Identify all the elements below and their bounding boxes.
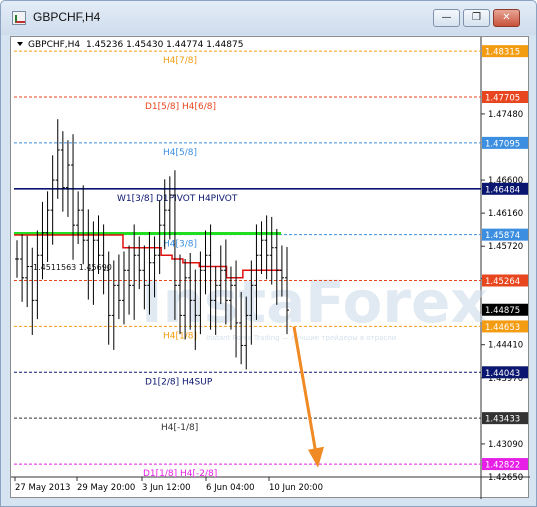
forecast-arrow-shaft [292, 326, 318, 454]
price-tag-label: 1.47095 [485, 139, 520, 149]
price-tag-label: 1.45264 [485, 277, 520, 287]
level-label: W1[3/8] D1PIVOT H4PIVOT [117, 194, 238, 204]
x-tick-label: 27 May 2013 [15, 483, 70, 493]
chart-area[interactable]: InstaForex Instant Forex Trading — лучшие… [10, 36, 530, 499]
y-tick-label: 1.42650 [488, 473, 523, 483]
x-tick-label: 29 May 20:00 [77, 483, 135, 493]
x-tick-label: 3 Jun 12:00 [142, 483, 191, 493]
level-label: D1[1/8] H4[-2/8] [143, 469, 217, 479]
forecast-arrow-head [308, 446, 324, 468]
restore-button[interactable]: ❐ [463, 9, 490, 27]
price-tag-label: 1.45874 [485, 231, 520, 241]
current-price-label: 1.44875 [485, 306, 520, 316]
y-tick-label: 1.47480 [488, 110, 523, 120]
chart-ohlc-label: 1.45236 1.45430 1.44774 1.44875 [86, 40, 243, 50]
price-tag-label: 1.44653 [485, 323, 520, 333]
watermark-subtitle: Instant Forex Trading — лучшие трейдеры … [206, 334, 396, 342]
price-tag-label: 1.42822 [485, 461, 520, 471]
price-tag-label: 1.43433 [485, 415, 520, 425]
level-label: H4[5/8] [163, 148, 197, 158]
y-tick-label: 1.46160 [488, 209, 523, 219]
chart-symbol-label: GBPCHF,H4 [28, 40, 80, 50]
level-label: D1[2/8] H4SUP [145, 377, 213, 387]
inner-level-label: 1.4511563 1.45690 [33, 263, 112, 272]
x-tick-label: 6 Jun 04:00 [206, 483, 255, 493]
y-tick-label: 1.43090 [488, 440, 523, 450]
price-tag-label: 1.44043 [485, 369, 520, 379]
watermark-text: InstaForex [141, 268, 488, 336]
chart-app-icon [12, 11, 26, 25]
chart-window: GBPCHF,H4 — ❐ ✕ InstaForex Instant Forex … [0, 0, 537, 507]
price-tag-label: 1.47705 [485, 94, 520, 104]
level-label: D1[5/8] H4[6/8] [145, 102, 216, 112]
window-title: GBPCHF,H4 [33, 10, 101, 24]
level-label: H4[3/8] [163, 240, 197, 250]
close-button[interactable]: ✕ [493, 9, 520, 27]
y-tick-label: 1.45720 [488, 242, 523, 252]
y-tick-label: 1.44410 [488, 341, 523, 351]
price-tag-label: 1.46484 [485, 185, 520, 195]
minimize-button[interactable]: — [433, 9, 460, 27]
level-label: H4[7/8] [163, 56, 197, 66]
title-bar[interactable]: GBPCHF,H4 — ❐ ✕ [1, 1, 536, 35]
price-tag-label: 1.48315 [485, 48, 520, 58]
price-chart[interactable]: InstaForexInstant Forex Trading — лучшие… [11, 37, 530, 499]
level-label: H4[-1/8] [161, 423, 198, 433]
header-dropdown-icon[interactable] [17, 42, 23, 46]
x-tick-label: 10 Jun 20:00 [269, 483, 323, 493]
